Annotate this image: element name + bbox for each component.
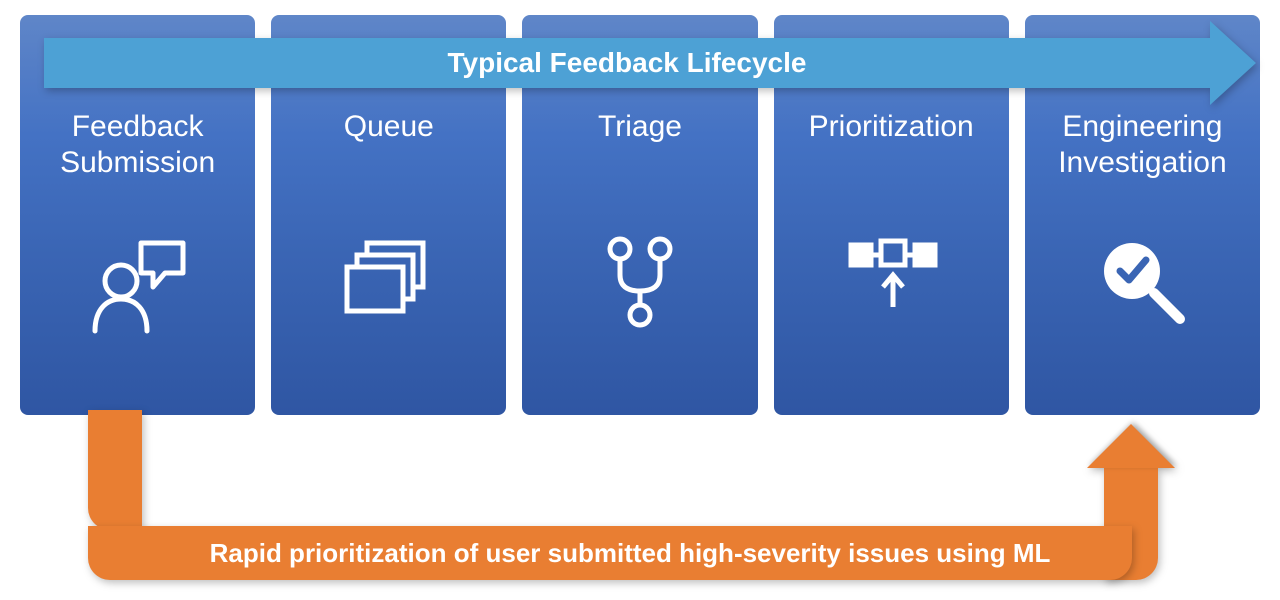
ml-arrow-label: Rapid prioritization of user submitted h… bbox=[88, 526, 1132, 580]
ml-arrow-down-segment bbox=[88, 410, 142, 530]
arrow-right-icon bbox=[1210, 21, 1256, 105]
branch-icon bbox=[522, 235, 757, 331]
stage-label: Feedback Submission bbox=[20, 109, 255, 189]
arrow-up-icon bbox=[1087, 424, 1175, 468]
stage-label: Engineering Investigation bbox=[1025, 109, 1260, 189]
stage-label: Prioritization bbox=[809, 109, 974, 189]
ml-shortcut-arrow: Rapid prioritization of user submitted h… bbox=[88, 410, 1158, 580]
lifecycle-arrow-label: Typical Feedback Lifecycle bbox=[44, 38, 1210, 88]
stage-label: Queue bbox=[344, 109, 434, 189]
person-feedback-icon bbox=[20, 235, 255, 335]
stack-icon bbox=[271, 235, 506, 321]
priority-icon bbox=[774, 235, 1009, 319]
magnify-check-icon bbox=[1025, 235, 1260, 327]
lifecycle-arrow: Typical Feedback Lifecycle bbox=[44, 38, 1256, 88]
stage-label: Triage bbox=[598, 109, 682, 189]
